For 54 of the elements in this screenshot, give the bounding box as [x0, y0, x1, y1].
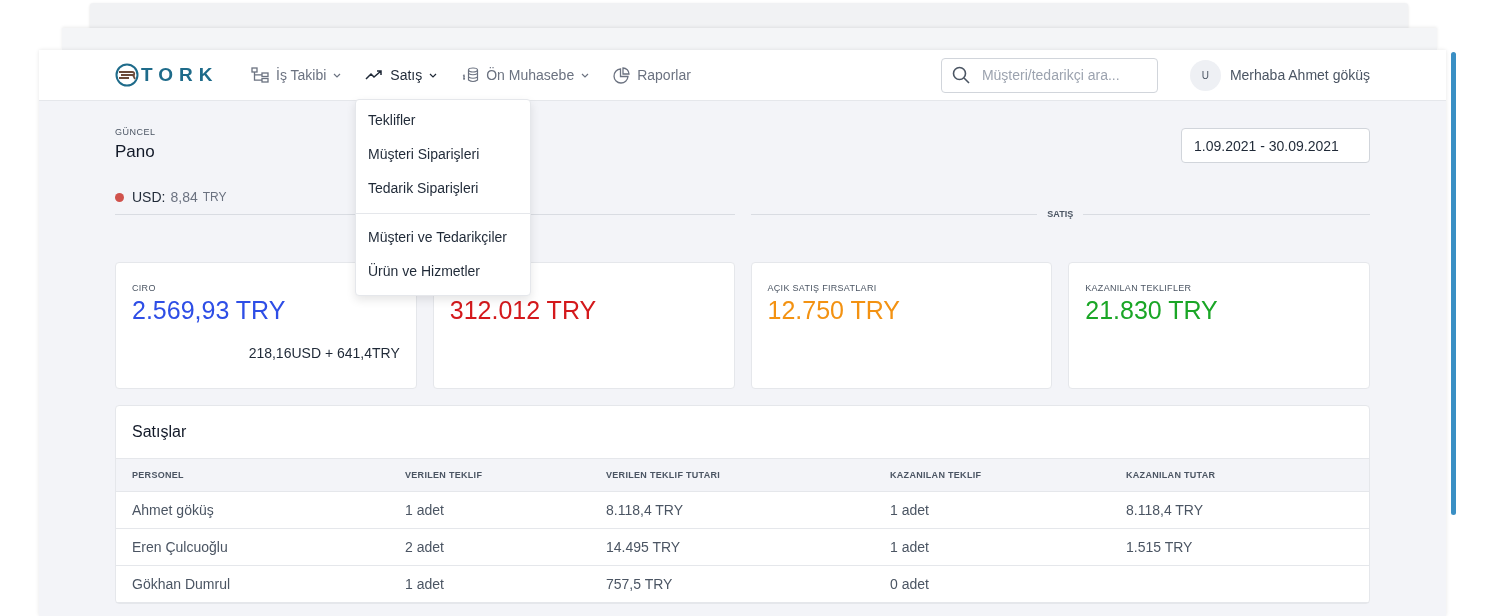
- currency-unit: TRY: [202, 190, 227, 204]
- stat-label: KAZANILAN TEKLIFLER: [1085, 283, 1192, 294]
- scrollbar-thumb[interactable]: [1450, 52, 1456, 515]
- table-cell: 1 adet: [405, 502, 444, 518]
- stat-label: CIRO: [132, 283, 156, 294]
- stat-value: 2.569,93 TRY: [132, 296, 286, 325]
- stat-value: 312.012 TRY: [449, 296, 597, 325]
- currency-label: USD:: [132, 189, 166, 205]
- table-cell: 1 adet: [890, 539, 929, 555]
- brand-name: TORK: [141, 64, 219, 86]
- table-cell: 8.118,4 TRY: [1126, 502, 1204, 518]
- table-cell: 2 adet: [405, 539, 444, 555]
- table-cell: 1 adet: [890, 502, 929, 518]
- nav-item[interactable]: İş Takibi: [251, 66, 342, 84]
- avatar[interactable]: U: [1189, 59, 1221, 91]
- table-cell: 1 adet: [405, 576, 444, 592]
- menu-item[interactable]: Teklifler: [356, 104, 530, 138]
- table-cell: 757,5 TRY: [606, 576, 673, 592]
- stat-value: 12.750 TRY: [767, 296, 900, 325]
- menu-item[interactable]: Müşteri ve Tedarikçiler: [356, 221, 530, 255]
- table-cell: 1.515 TRY: [1126, 539, 1193, 555]
- user-greeting[interactable]: Merhaba Ahmet göküş: [1229, 67, 1370, 83]
- table-cell: 8.118,4 TRY: [606, 502, 684, 518]
- exchange-rate: 8,84: [170, 189, 198, 205]
- nav-item[interactable]: Raporlar: [613, 66, 691, 84]
- page-title: Pano: [115, 142, 156, 162]
- trend-up-icon: [365, 69, 384, 81]
- stat-label: AÇIK SATIŞ FIRSATLARI: [767, 283, 877, 294]
- search-icon: [951, 65, 970, 84]
- table-cell: Ahmet göküş: [132, 502, 214, 518]
- stat-note: 218,16USD + 641,4TRY: [248, 345, 400, 361]
- column-header: PERSONEL: [132, 470, 185, 480]
- coins-icon: [461, 67, 480, 83]
- table-cell: 0 adet: [890, 576, 929, 592]
- stat-value: 21.830 TRY: [1085, 296, 1218, 325]
- column-header: KAZANILAN TUTAR: [1126, 470, 1217, 480]
- menu-item[interactable]: Müşteri Siparişleri: [356, 138, 530, 172]
- menu-item[interactable]: Tedarik Siparişleri: [356, 172, 530, 206]
- table-cell: Eren Çulcuoğlu: [132, 539, 228, 555]
- nav-item[interactable]: Satış: [365, 66, 438, 84]
- table-cell: 14.495 TRY: [606, 539, 681, 555]
- column-header: VERILEN TEKLIF TUTARI: [606, 470, 722, 480]
- table-cell: Gökhan Dumrul: [132, 576, 231, 592]
- date-range-field[interactable]: 1.09.2021 - 30.09.2021: [1181, 128, 1370, 163]
- logo-icon: [115, 63, 139, 87]
- column-header: KAZANILAN TEKLIF: [890, 470, 983, 480]
- pie-chart-icon: [613, 66, 631, 84]
- section-label: SATIŞ: [1047, 209, 1074, 219]
- hierarchy-icon: [251, 67, 269, 83]
- column-header: VERILEN TEKLIF: [405, 470, 484, 480]
- nav-item[interactable]: Ön Muhasebe: [461, 66, 590, 84]
- menu-item[interactable]: Ürün ve Hizmetler: [356, 255, 530, 289]
- page-overline: GÜNCEL: [115, 127, 156, 137]
- search-field[interactable]: Müşteri/tedarikçi ara...: [940, 57, 1158, 93]
